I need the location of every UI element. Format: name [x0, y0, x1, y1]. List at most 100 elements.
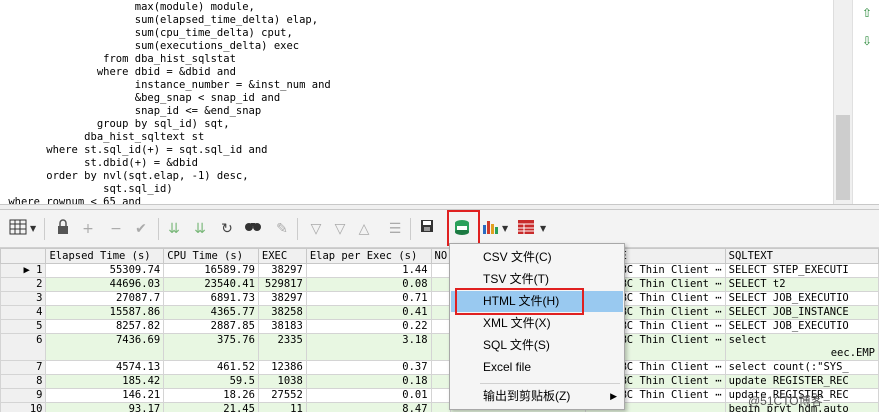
column-header-no[interactable]: NO	[430, 248, 452, 264]
menu-item-csv[interactable]: CSV 文件(C)	[451, 247, 623, 268]
no-cell[interactable]	[430, 291, 452, 306]
elapsed-cell[interactable]: 146.21	[45, 388, 165, 403]
per-exec-cell[interactable]: 0.01	[305, 388, 432, 403]
cpu-cell[interactable]: 16589.79	[163, 263, 259, 278]
table-row[interactable]: 9 146.21 18.26 27552 0.01 e: JDBC Thin C…	[0, 388, 879, 403]
sqltext-cell[interactable]: update REGISTER_REC	[724, 374, 879, 389]
per-exec-cell[interactable]: 0.71	[305, 291, 432, 306]
no-cell[interactable]	[430, 388, 452, 403]
table-row[interactable]: 7 4574.13 461.52 12386 0.37 e: JDBC Thin…	[0, 360, 879, 375]
per-exec-cell[interactable]: 0.37	[305, 360, 432, 375]
no-cell[interactable]	[430, 305, 452, 320]
sqltext-cell[interactable]: select count(:"SYS_	[724, 360, 879, 375]
no-cell[interactable]	[430, 333, 452, 361]
elapsed-cell[interactable]: 55309.74	[45, 263, 165, 278]
exec-cell[interactable]: 2335	[257, 333, 307, 361]
sort-desc-icon[interactable]: ▽	[330, 219, 350, 239]
exec-cell[interactable]: 38297	[257, 263, 307, 278]
sqltext-cell[interactable]: SELECT JOB_EXECUTIO	[724, 291, 879, 306]
next-arrow-icon[interactable]: ⇩	[859, 34, 875, 48]
elapsed-cell[interactable]: 27087.7	[45, 291, 165, 306]
save-icon[interactable]	[417, 219, 437, 239]
sqltext-cell[interactable]: SELECT JOB_INSTANCE	[724, 305, 879, 320]
table-row[interactable]: 8 185.42 59.5 1038 0.18 e: JDBC Thin Cli…	[0, 374, 879, 389]
exec-cell[interactable]: 27552	[257, 388, 307, 403]
no-cell[interactable]	[430, 374, 452, 389]
exec-cell[interactable]: 38258	[257, 305, 307, 320]
cpu-cell[interactable]: 6891.73	[163, 291, 259, 306]
column-header-elapsed[interactable]: Elapsed Time (s)	[45, 248, 165, 264]
no-cell[interactable]	[430, 277, 452, 292]
column-header-exec[interactable]: EXEC	[257, 248, 307, 264]
exec-cell[interactable]: 529817	[257, 277, 307, 292]
column-header-sqltext[interactable]: SQLTEXT	[724, 248, 879, 264]
filter-icon[interactable]: ▽	[306, 219, 326, 239]
table-row[interactable]: 3 27087.7 6891.73 38297 0.71 e: JDBC Thi…	[0, 291, 879, 306]
chart-icon[interactable]	[480, 219, 500, 239]
lock-icon[interactable]	[53, 219, 73, 239]
elapsed-cell[interactable]: 44696.03	[45, 277, 165, 292]
grid-view-icon[interactable]	[8, 219, 28, 239]
find-icon[interactable]	[243, 219, 263, 239]
add-row-icon[interactable]: +	[78, 219, 98, 239]
group-icon[interactable]: ☰	[385, 219, 405, 239]
result-grid[interactable]: Elapsed Time (s) CPU Time (s) EXEC Elap …	[0, 248, 879, 412]
clear-icon[interactable]: ✎	[272, 219, 292, 239]
sqltext-cell[interactable]: SELECT STEP_EXECUTI	[724, 263, 879, 278]
no-cell[interactable]	[430, 263, 452, 278]
per-exec-cell[interactable]: 0.18	[305, 374, 432, 389]
elapsed-cell[interactable]: 93.17	[45, 402, 165, 412]
exec-cell[interactable]: 12386	[257, 360, 307, 375]
per-exec-cell[interactable]: 8.47	[305, 402, 432, 412]
menu-item-xml[interactable]: XML 文件(X)	[451, 313, 623, 334]
previous-arrow-icon[interactable]: ⇧	[859, 6, 875, 20]
per-exec-cell[interactable]: 1.44	[305, 263, 432, 278]
chevron-down-icon[interactable]: ▼	[502, 219, 508, 239]
sort-asc-icon[interactable]: △	[354, 219, 374, 239]
elapsed-cell[interactable]: 7436.69	[45, 333, 165, 361]
cpu-cell[interactable]: 23540.41	[163, 277, 259, 292]
column-header-cpu[interactable]: CPU Time (s)	[163, 248, 259, 264]
menu-item-sql[interactable]: SQL 文件(S)	[451, 335, 623, 356]
post-changes-icon[interactable]: ✔	[131, 219, 151, 239]
menu-item-clipboard[interactable]: 输出到剪贴板(Z) ▶	[451, 386, 623, 407]
editor-scrollbar[interactable]	[833, 0, 852, 204]
fetch-all-icon[interactable]: ⇊	[190, 219, 210, 239]
menu-item-excel[interactable]: Excel file	[451, 357, 623, 378]
exec-cell[interactable]: 11	[257, 402, 307, 412]
cpu-cell[interactable]: 59.5	[163, 374, 259, 389]
elapsed-cell[interactable]: 8257.82	[45, 319, 165, 334]
table-row[interactable]: ▶ 1 55309.74 16589.79 38297 1.44 e: JDBC…	[0, 263, 879, 278]
cpu-cell[interactable]: 21.45	[163, 402, 259, 412]
sqltext-cell[interactable]: SELECT JOB_EXECUTIO	[724, 319, 879, 334]
cpu-cell[interactable]: 4365.77	[163, 305, 259, 320]
chevron-down-icon[interactable]: ▼	[540, 219, 546, 239]
table-row[interactable]: 4 15587.86 4365.77 38258 0.41 e: JDBC Th…	[0, 305, 879, 320]
sqltext-cell[interactable]: select eec.EMP	[724, 333, 879, 361]
cpu-cell[interactable]: 375.76	[163, 333, 259, 361]
table-row[interactable]: 5 8257.82 2887.85 38183 0.22 e: JDBC Thi…	[0, 319, 879, 334]
cpu-cell[interactable]: 2887.85	[163, 319, 259, 334]
delete-row-icon[interactable]: −	[106, 219, 126, 239]
per-exec-cell[interactable]: 3.18	[305, 333, 432, 361]
elapsed-cell[interactable]: 4574.13	[45, 360, 165, 375]
no-cell[interactable]	[430, 402, 452, 412]
cpu-cell[interactable]: 461.52	[163, 360, 259, 375]
per-exec-cell[interactable]: 0.41	[305, 305, 432, 320]
column-header-elap-per-exec[interactable]: Elap per Exec (s)	[305, 248, 432, 264]
exec-cell[interactable]: 1038	[257, 374, 307, 389]
refresh-icon[interactable]: ↻	[217, 219, 237, 239]
exec-cell[interactable]: 38183	[257, 319, 307, 334]
exec-cell[interactable]: 38297	[257, 291, 307, 306]
no-cell[interactable]	[430, 360, 452, 375]
per-exec-cell[interactable]: 0.22	[305, 319, 432, 334]
elapsed-cell[interactable]: 185.42	[45, 374, 165, 389]
table-row[interactable]: 6 7436.69 375.76 2335 3.18 e: JDBC Thin …	[0, 333, 879, 361]
elapsed-cell[interactable]: 15587.86	[45, 305, 165, 320]
scrollbar-thumb[interactable]	[836, 115, 850, 200]
sqltext-cell[interactable]: SELECT t2	[724, 277, 879, 292]
cpu-cell[interactable]: 18.26	[163, 388, 259, 403]
per-exec-cell[interactable]: 0.08	[305, 277, 432, 292]
table-row[interactable]: 10 93.17 21.45 11 8.47 begin prvt_hdm.au…	[0, 402, 879, 412]
no-cell[interactable]	[430, 319, 452, 334]
